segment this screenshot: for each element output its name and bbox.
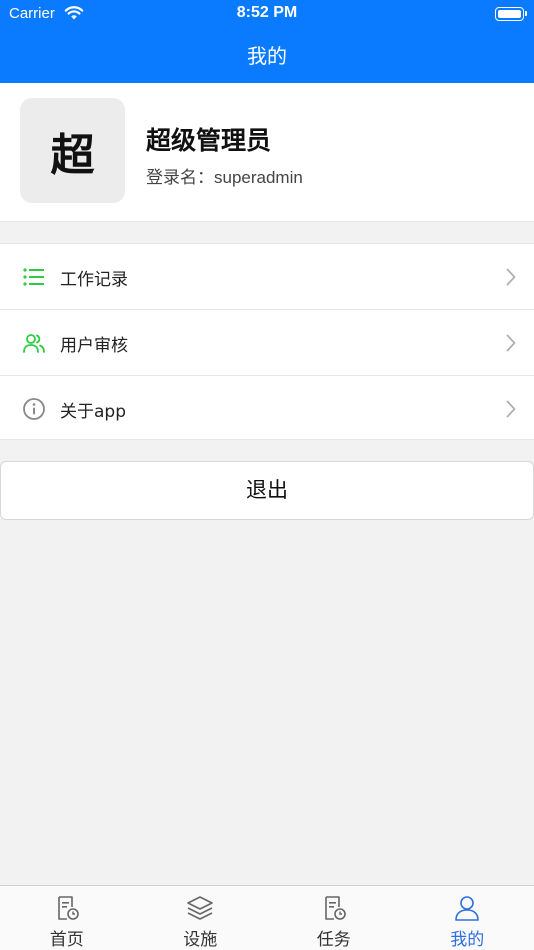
tab-tasks[interactable]: 任务 [267,886,401,950]
user-name: 超级管理员 [146,126,272,155]
tab-facilities[interactable]: 设施 [134,886,268,950]
status-time: 8:52 PM [236,4,298,21]
profile-card: 超 超级管理员 登录名：superadmin [0,83,534,222]
tab-home[interactable]: 首页 [0,886,134,950]
users-icon [23,334,45,353]
chevron-right-icon [506,268,516,286]
settings-menu: 工作记录 用户审核 关于app [0,243,534,440]
home-doc-icon [57,896,79,920]
layers-icon [187,896,214,920]
tab-label: 首页 [49,930,84,950]
battery-icon [495,7,527,21]
status-bar: Carrier 8:52 PM [0,0,534,28]
chevron-right-icon [506,334,516,352]
list-icon [23,268,44,286]
login-name-label: 登录名： [146,168,214,188]
tab-label: 设施 [183,930,218,950]
tab-label: 我的 [450,930,485,950]
menu-item-work-records[interactable]: 工作记录 [0,244,534,310]
page-title: 我的 [247,44,287,68]
avatar: 超 [20,98,125,203]
menu-item-about-app[interactable]: 关于app [0,376,534,442]
tab-bar: 首页 设施 任务 我的 [0,885,534,950]
menu-item-user-review[interactable]: 用户审核 [0,310,534,376]
task-doc-icon [324,896,346,920]
tab-label: 任务 [316,930,351,950]
chevron-right-icon [506,400,516,418]
info-icon [23,398,45,420]
menu-item-label: 用户审核 [60,336,128,356]
tab-mine[interactable]: 我的 [401,886,534,950]
login-name-value: superadmin [214,168,303,187]
person-icon [455,896,480,921]
menu-item-label: 工作记录 [60,270,128,290]
top-bar: Carrier 8:52 PM 我的 [0,0,534,83]
login-name-line: 登录名：superadmin [146,163,303,188]
menu-item-label: 关于app [60,402,126,422]
logout-button[interactable]: 退出 [0,461,534,520]
